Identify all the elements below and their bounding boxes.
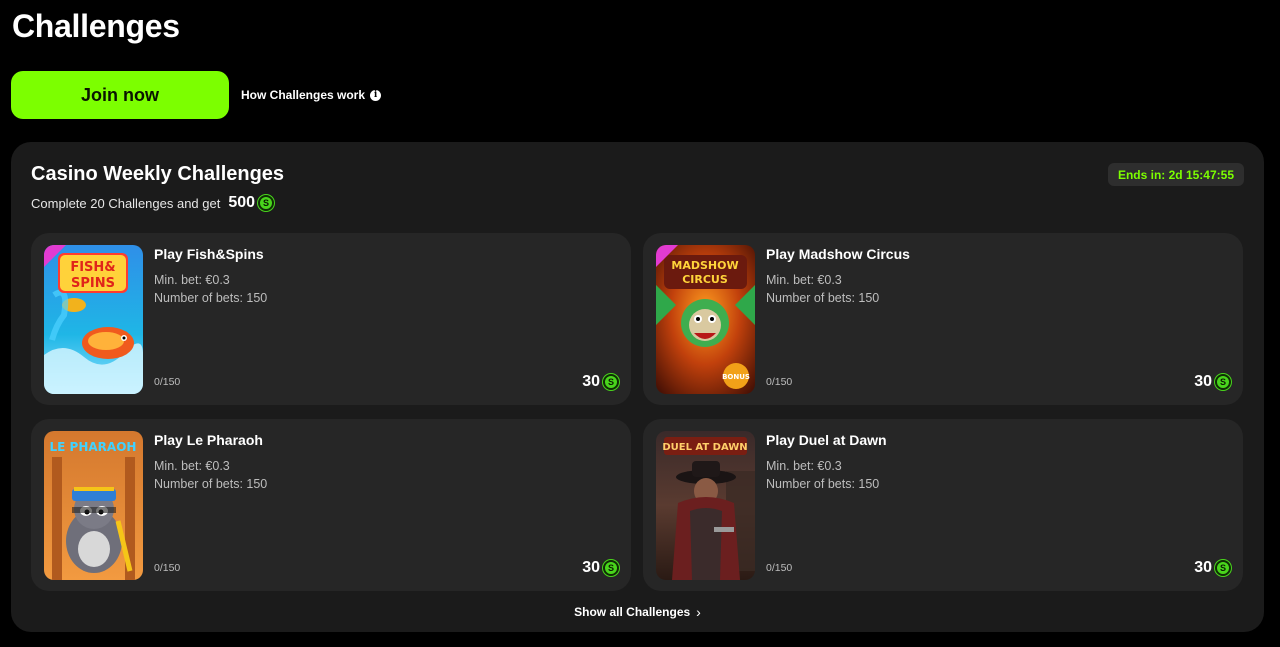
svg-text:SPINS: SPINS <box>71 276 115 291</box>
challenge-min-bet: Min. bet: €0.3 <box>154 273 230 287</box>
challenge-progress: 0/150 <box>154 376 181 388</box>
challenge-min-bet: Min. bet: €0.3 <box>766 273 842 287</box>
svg-text:CIRCUS: CIRCUS <box>682 273 728 286</box>
challenge-reward-amount: 30 <box>582 559 600 576</box>
panel-subtitle-text: Complete 20 Challenges and get <box>31 195 221 211</box>
panel-reward-amount: 500 <box>228 194 256 211</box>
challenge-title: Play Madshow Circus <box>766 246 910 262</box>
chevron-right-icon: › <box>696 604 701 620</box>
challenge-card-le-pharaoh[interactable]: LE PHARAOH Play Le Pharaoh Min. bet: €0.… <box>31 419 631 591</box>
challenge-number-of-bets: Number of bets: 150 <box>154 291 268 305</box>
weekly-challenges-panel: Casino Weekly Challenges Complete 20 Cha… <box>11 142 1264 632</box>
challenge-title: Play Fish&Spins <box>154 246 264 262</box>
panel-reward: 500 S <box>228 194 275 212</box>
le-pharaoh-game-thumbnail: LE PHARAOH <box>44 431 143 580</box>
madshow-circus-game-thumbnail: MADSHOW CIRCUS BONUS <box>656 245 755 394</box>
challenge-min-bet: Min. bet: €0.3 <box>766 459 842 473</box>
challenge-reward: 30 S <box>582 559 619 577</box>
coin-icon: S <box>258 195 275 211</box>
show-all-challenges-link[interactable]: Show all Challenges › <box>11 604 1264 620</box>
svg-text:MADSHOW: MADSHOW <box>671 259 738 272</box>
challenge-reward-amount: 30 <box>1194 559 1212 576</box>
challenge-card-duel-at-dawn[interactable]: DUEL AT DAWN Play Duel at Dawn Min. bet:… <box>643 419 1243 591</box>
challenge-progress: 0/150 <box>766 562 793 574</box>
challenge-card-fish-spins[interactable]: FISH& SPINS Play Fish&Spins Min. bet: €0… <box>31 233 631 405</box>
coin-icon: S <box>603 374 619 390</box>
page-title: Challenges <box>12 8 180 44</box>
duel-at-dawn-game-thumbnail: DUEL AT DAWN <box>656 431 755 580</box>
coin-icon: S <box>1215 560 1231 576</box>
fish-spins-game-thumbnail: FISH& SPINS <box>44 245 143 394</box>
challenge-progress: 0/150 <box>766 376 793 388</box>
ends-in-timer-badge: Ends in: 2d 15:47:55 <box>1107 163 1244 186</box>
challenge-reward: 30 S <box>1194 373 1231 391</box>
panel-title: Casino Weekly Challenges <box>31 163 285 185</box>
info-icon: i <box>370 89 382 101</box>
svg-text:LE PHARAOH: LE PHARAOH <box>50 440 137 454</box>
show-all-challenges-label: Show all Challenges <box>574 605 691 619</box>
panel-subtitle: Complete 20 Challenges and get 500 S <box>31 193 275 213</box>
challenge-reward-amount: 30 <box>582 373 600 390</box>
challenge-min-bet: Min. bet: €0.3 <box>154 459 230 473</box>
challenge-title: Play Duel at Dawn <box>766 432 887 448</box>
coin-icon: S <box>603 560 619 576</box>
challenge-progress: 0/150 <box>154 562 181 574</box>
challenge-number-of-bets: Number of bets: 150 <box>766 291 880 305</box>
how-challenges-work-link[interactable]: How Challenges work i <box>241 87 382 103</box>
challenge-reward: 30 S <box>1194 559 1231 577</box>
challenge-reward: 30 S <box>582 373 619 391</box>
challenge-card-madshow-circus[interactable]: MADSHOW CIRCUS BONUS Play Madshow Circus… <box>643 233 1243 405</box>
how-challenges-work-label: How Challenges work <box>241 88 366 102</box>
svg-text:BONUS: BONUS <box>722 373 750 381</box>
challenge-reward-amount: 30 <box>1194 373 1212 390</box>
challenge-number-of-bets: Number of bets: 150 <box>154 477 268 491</box>
svg-text:FISH&: FISH& <box>70 260 115 275</box>
challenge-number-of-bets: Number of bets: 150 <box>766 477 880 491</box>
svg-text:DUEL AT DAWN: DUEL AT DAWN <box>662 442 747 453</box>
coin-icon: S <box>1215 374 1231 390</box>
challenge-title: Play Le Pharaoh <box>154 432 263 448</box>
join-now-button[interactable]: Join now <box>11 71 229 119</box>
